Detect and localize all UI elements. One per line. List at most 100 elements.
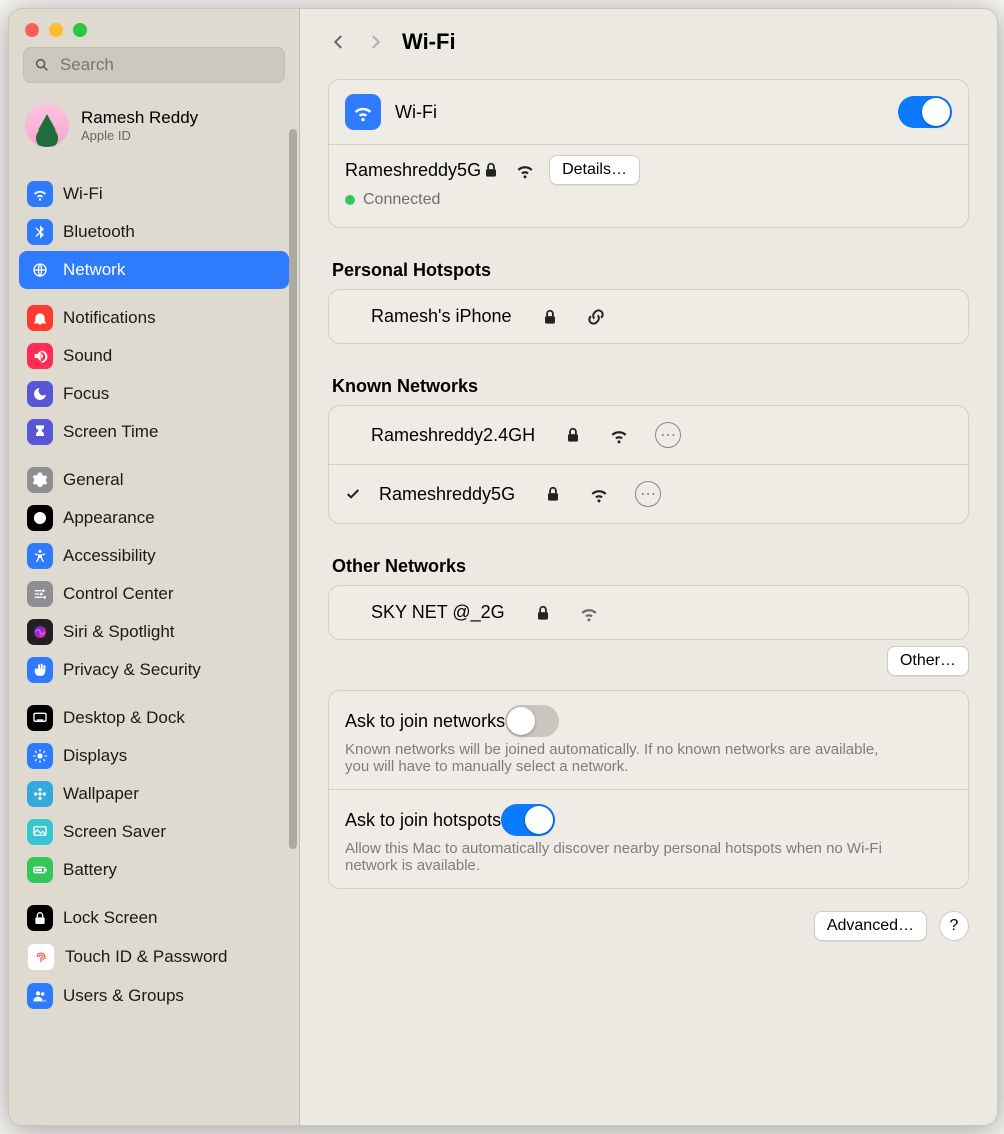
lock-icon: [540, 307, 560, 327]
sidebar-item-label: Sound: [63, 346, 112, 366]
join-options-panel: Ask to join networks Known networks will…: [328, 690, 969, 889]
ask-networks-title: Ask to join networks: [345, 711, 505, 732]
sidebar-item-label: Siri & Spotlight: [63, 622, 175, 642]
wifi-signal-icon: [579, 603, 599, 623]
status-dot: [345, 195, 355, 205]
profile-name: Ramesh Reddy: [81, 108, 198, 128]
sidebar-item-label: Wi-Fi: [63, 184, 103, 204]
sidebar-item-label: Network: [63, 260, 125, 280]
details-button[interactable]: Details…: [549, 155, 640, 185]
main-content: Wi-Fi Wi-Fi Rameshreddy5G Details…: [300, 9, 997, 1125]
sidebar-item-lock-screen[interactable]: Lock Screen: [19, 899, 289, 937]
search-input[interactable]: [58, 54, 274, 76]
sidebar-item-label: Control Center: [63, 584, 174, 604]
bluetooth-icon: [27, 219, 53, 245]
sidebar-item-label: Privacy & Security: [63, 660, 201, 680]
sidebar-item-label: Desktop & Dock: [63, 708, 185, 728]
lock-icon: [481, 160, 501, 180]
forward-button[interactable]: [366, 33, 384, 51]
network-name: SKY NET @_2G: [371, 602, 505, 623]
known-network-row[interactable]: Rameshreddy5G⋯: [329, 464, 968, 523]
sidebar-item-battery[interactable]: Battery: [19, 851, 289, 889]
sidebar-item-label: Accessibility: [63, 546, 156, 566]
ask-hotspots-title: Ask to join hotspots: [345, 810, 501, 831]
ask-networks-desc: Known networks will be joined automatica…: [345, 741, 905, 775]
scrollbar[interactable]: [289, 129, 297, 849]
other-title: Other Networks: [328, 538, 969, 585]
screensaver-icon: [27, 819, 53, 845]
hourglass-icon: [27, 419, 53, 445]
known-title: Known Networks: [328, 358, 969, 405]
sidebar-item-network[interactable]: Network: [19, 251, 289, 289]
connected-network-name: Rameshreddy5G: [345, 160, 481, 181]
fullscreen-window-button[interactable]: [73, 23, 87, 37]
lock-icon: [543, 484, 563, 504]
sidebar-item-screen-saver[interactable]: Screen Saver: [19, 813, 289, 851]
sidebar-item-control-center[interactable]: Control Center: [19, 575, 289, 613]
hotspots-title: Personal Hotspots: [328, 242, 969, 289]
known-network-row[interactable]: Rameshreddy2.4GH⋯: [329, 406, 968, 464]
sidebar-item-focus[interactable]: Focus: [19, 375, 289, 413]
sidebar-item-users-groups[interactable]: Users & Groups: [19, 977, 289, 1015]
sidebar-item-bluetooth[interactable]: Bluetooth: [19, 213, 289, 251]
help-button[interactable]: ?: [939, 911, 969, 941]
more-button[interactable]: ⋯: [635, 481, 661, 507]
sidebar-item-label: Notifications: [63, 308, 156, 328]
lock-icon: [533, 603, 553, 623]
wifi-toggle[interactable]: [898, 96, 952, 128]
sidebar-item-general[interactable]: General: [19, 461, 289, 499]
sidebar-item-wallpaper[interactable]: Wallpaper: [19, 775, 289, 813]
profile-sub: Apple ID: [81, 128, 198, 143]
battery-icon: [27, 857, 53, 883]
wifi-signal-icon: [515, 160, 535, 180]
sidebar-item-label: Screen Saver: [63, 822, 166, 842]
traffic-lights: [9, 9, 299, 47]
sidebar-item-accessibility[interactable]: Accessibility: [19, 537, 289, 575]
sidebar-item-label: Lock Screen: [63, 908, 158, 928]
apple-id-row[interactable]: Ramesh Reddy Apple ID: [9, 89, 299, 161]
sliders-icon: [27, 581, 53, 607]
other-networks-list: SKY NET @_2G: [328, 585, 969, 640]
sidebar-item-siri-spotlight[interactable]: Siri & Spotlight: [19, 613, 289, 651]
appearance-icon: [27, 505, 53, 531]
sidebar-item-label: Screen Time: [63, 422, 158, 442]
sidebar-item-wi-fi[interactable]: Wi-Fi: [19, 175, 289, 213]
ask-hotspots-toggle[interactable]: [501, 804, 555, 836]
other-button[interactable]: Other…: [887, 646, 969, 676]
globe-icon: [27, 257, 53, 283]
sidebar-item-appearance[interactable]: Appearance: [19, 499, 289, 537]
lock-icon: [27, 905, 53, 931]
moon-icon: [27, 381, 53, 407]
sidebar-item-privacy-security[interactable]: Privacy & Security: [19, 651, 289, 689]
lock-icon: [563, 425, 583, 445]
more-button[interactable]: ⋯: [655, 422, 681, 448]
sidebar-item-notifications[interactable]: Notifications: [19, 299, 289, 337]
sidebar-item-displays[interactable]: Displays: [19, 737, 289, 775]
known-networks-list: Rameshreddy2.4GH⋯Rameshreddy5G⋯: [328, 405, 969, 524]
sidebar-item-label: Touch ID & Password: [65, 947, 228, 967]
wifi-icon: [345, 94, 381, 130]
gear-icon: [27, 467, 53, 493]
sidebar-item-desktop-dock[interactable]: Desktop & Dock: [19, 699, 289, 737]
accessibility-icon: [27, 543, 53, 569]
check-icon: [345, 484, 361, 504]
sidebar-item-sound[interactable]: Sound: [19, 337, 289, 375]
wifi-icon: [27, 181, 53, 207]
search-field[interactable]: [23, 47, 285, 83]
close-window-button[interactable]: [25, 23, 39, 37]
back-button[interactable]: [330, 33, 348, 51]
minimize-window-button[interactable]: [49, 23, 63, 37]
sidebar-item-screen-time[interactable]: Screen Time: [19, 413, 289, 451]
search-icon: [34, 56, 50, 74]
hand-icon: [27, 657, 53, 683]
advanced-button[interactable]: Advanced…: [814, 911, 927, 941]
other-network-row[interactable]: SKY NET @_2G: [329, 586, 968, 639]
sidebar-item-label: Displays: [63, 746, 127, 766]
sidebar-item-touch-id-password[interactable]: Touch ID & Password: [19, 937, 289, 977]
sidebar-item-label: Wallpaper: [63, 784, 139, 804]
header: Wi-Fi: [328, 27, 969, 65]
page-title: Wi-Fi: [402, 29, 456, 55]
hotspot-row[interactable]: Ramesh's iPhone: [329, 290, 968, 343]
ask-networks-toggle[interactable]: [505, 705, 559, 737]
sidebar-item-label: Users & Groups: [63, 986, 184, 1006]
